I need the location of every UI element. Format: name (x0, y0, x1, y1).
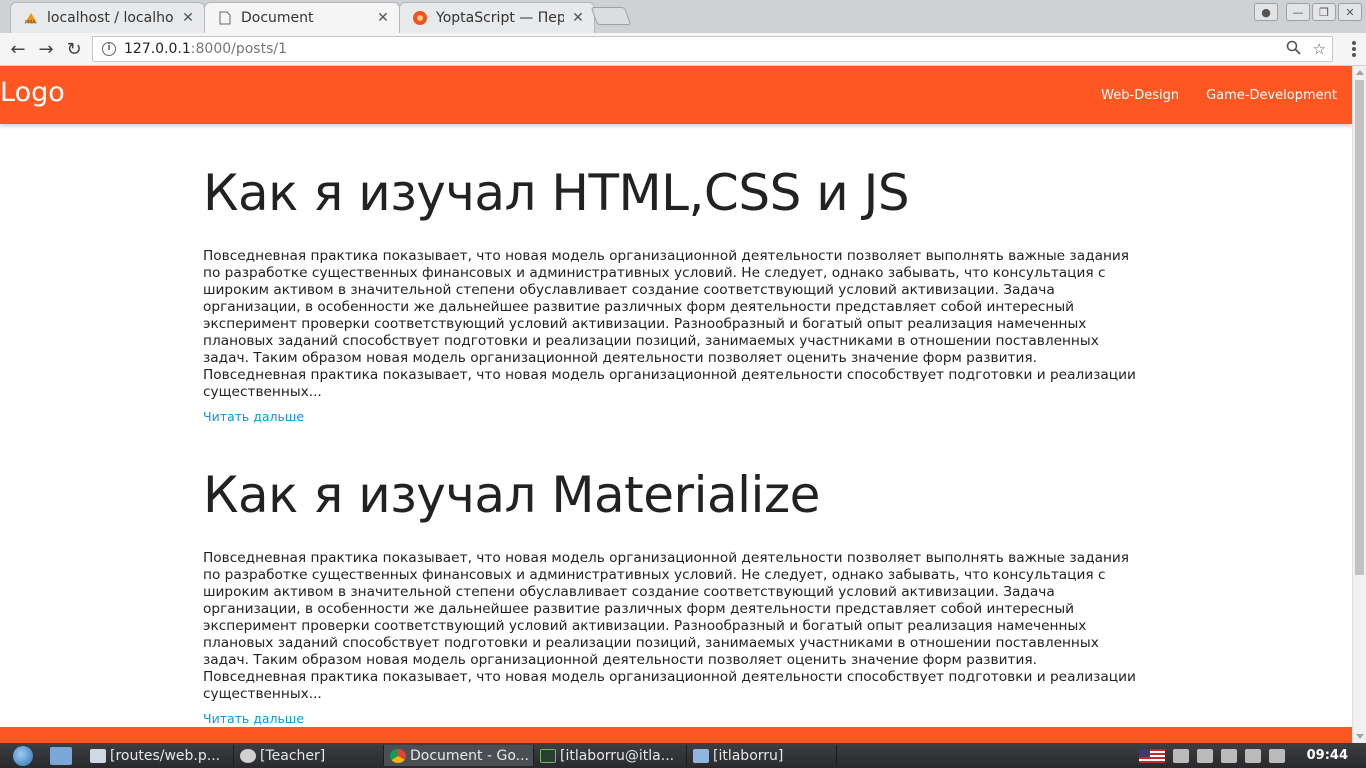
battery-icon[interactable] (1196, 748, 1213, 763)
bookmark-star-icon[interactable]: ☆ (1313, 40, 1326, 59)
tab-document[interactable]: Document ✕ (204, 2, 400, 33)
post-card: Как я изучал HTML,CSS и JS Повседневная … (203, 164, 1143, 424)
dropbox-icon[interactable] (1220, 748, 1237, 763)
taskbar-item[interactable]: Document - Go... (384, 745, 534, 766)
scroll-down-icon[interactable] (1356, 734, 1364, 739)
address-bar[interactable]: i 127.0.0.1:8000/posts/1 ☆ (92, 36, 1333, 62)
minimize-button[interactable]: — (1286, 3, 1310, 21)
taskbar-item[interactable]: [routes/web.p... (84, 745, 234, 766)
yoptascript-icon (412, 10, 428, 26)
nav-link-game-development[interactable]: Game-Development (1206, 88, 1337, 103)
taskbar-item-label: [itlaborru@itla... (560, 747, 675, 764)
phpmyadmin-icon: PMA (23, 10, 39, 26)
network-signal-icon[interactable] (1268, 748, 1285, 763)
browser-toolbar: ← → ↻ i 127.0.0.1:8000/posts/1 ☆ (0, 33, 1366, 66)
site-logo[interactable]: Logo (0, 77, 65, 108)
taskbar-item[interactable]: [Teacher] (234, 745, 384, 766)
profile-icon[interactable]: ● (1254, 3, 1278, 21)
close-tab-icon[interactable]: ✕ (180, 10, 196, 26)
reload-icon[interactable]: ↻ (62, 37, 86, 61)
page-scrollbar[interactable] (1352, 66, 1366, 743)
back-arrow-icon[interactable]: ← (6, 37, 30, 61)
taskbar-item-label: [itlaborru] (713, 747, 784, 764)
close-tab-icon[interactable]: ✕ (375, 10, 391, 26)
os-taskbar: [routes/web.p... [Teacher] Document - Go… (0, 743, 1366, 768)
svg-text:PMA: PMA (25, 20, 36, 25)
url-path: :8000/posts/1 (190, 41, 288, 57)
url-host: 127.0.0.1 (124, 41, 191, 57)
tab-localhost[interactable]: PMA localhost / localhost ✕ (10, 2, 205, 33)
taskbar-item-label: [Teacher] (260, 747, 326, 764)
post-excerpt: Повседневная практика показывает, что но… (203, 550, 1136, 702)
tab-title: Document (241, 10, 314, 26)
taskbar-item[interactable]: [itlaborru] (687, 745, 837, 766)
taskbar-item[interactable]: [itlaborru@itla... (534, 745, 687, 766)
messenger-icon (240, 748, 256, 763)
page-footer (0, 727, 1352, 743)
start-menu-button[interactable] (0, 743, 46, 768)
maximize-button[interactable]: ❐ (1312, 3, 1336, 21)
tab-title: localhost / localhost (47, 10, 174, 26)
browser-menu-icon[interactable] (1352, 41, 1356, 57)
tab-title: YoptaScript — Перевод (436, 10, 564, 26)
post-title: Как я изучал HTML,CSS и JS (203, 164, 910, 222)
nav-link-web-design[interactable]: Web-Design (1101, 88, 1179, 103)
post-excerpt: Повседневная практика показывает, что но… (203, 248, 1136, 400)
post-card: Как я изучал Materialize Повседневная пр… (203, 466, 1143, 726)
nav-links: Web-Design Game-Development (1101, 66, 1337, 124)
close-window-button[interactable]: ✕ (1338, 3, 1362, 21)
page-viewport: Logo Web-Design Game-Development Как я и… (0, 66, 1352, 743)
volume-icon[interactable] (1172, 748, 1189, 763)
clock[interactable]: 09:44 (1307, 748, 1348, 763)
post-title: Как я изучал Materialize (203, 466, 820, 524)
read-more-link[interactable]: Читать дальше (203, 711, 1143, 726)
file-manager-icon[interactable] (50, 746, 72, 765)
keyboard-layout-flag-icon[interactable] (1138, 748, 1165, 763)
system-tray: 09:44 (1138, 743, 1366, 768)
zoom-search-icon[interactable] (1286, 40, 1301, 59)
new-tab-button[interactable] (590, 7, 632, 25)
forward-arrow-icon[interactable]: → (34, 37, 58, 61)
site-navbar: Logo Web-Design Game-Development (0, 66, 1352, 124)
browser-tab-strip: PMA localhost / localhost ✕ Document ✕ Y… (0, 0, 1366, 33)
close-tab-icon[interactable]: ✕ (570, 10, 586, 26)
scroll-up-icon[interactable] (1356, 70, 1364, 75)
terminal-icon (540, 748, 556, 763)
scrollbar-thumb[interactable] (1355, 80, 1364, 575)
page-icon (217, 10, 233, 26)
site-info-icon[interactable]: i (102, 42, 116, 56)
editor-window-icon (90, 748, 106, 763)
chat-icon[interactable] (1244, 748, 1261, 763)
chrome-icon (390, 748, 406, 763)
folder-icon (693, 748, 709, 763)
taskbar-item-label: Document - Go... (410, 747, 529, 764)
taskbar-item-label: [routes/web.p... (110, 747, 221, 764)
read-more-link[interactable]: Читать дальше (203, 409, 1143, 424)
tab-yoptascript[interactable]: YoptaScript — Перевод ✕ (399, 2, 595, 33)
